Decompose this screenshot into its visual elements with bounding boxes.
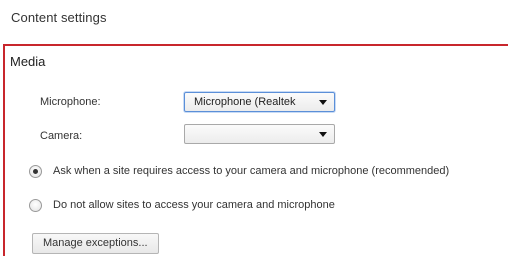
camera-select[interactable] (184, 124, 335, 144)
radio-icon[interactable] (29, 165, 42, 178)
microphone-label: Microphone: (40, 96, 101, 108)
radio-block-label: Do not allow sites to access your camera… (53, 199, 335, 211)
media-section-highlight (3, 44, 508, 256)
content-settings-page: Content settings Media Microphone: Micro… (0, 0, 508, 256)
page-title: Content settings (11, 10, 107, 25)
camera-label: Camera: (40, 130, 83, 142)
radio-icon[interactable] (29, 199, 42, 212)
radio-ask-label: Ask when a site requires access to your … (53, 165, 450, 177)
microphone-select[interactable]: Microphone (Realtek (184, 92, 335, 112)
manage-exceptions-button[interactable]: Manage exceptions... (32, 233, 159, 254)
chevron-down-icon (319, 132, 327, 137)
media-section-title: Media (10, 54, 46, 69)
microphone-select-value: Microphone (Realtek (194, 96, 296, 108)
chevron-down-icon (319, 100, 327, 105)
